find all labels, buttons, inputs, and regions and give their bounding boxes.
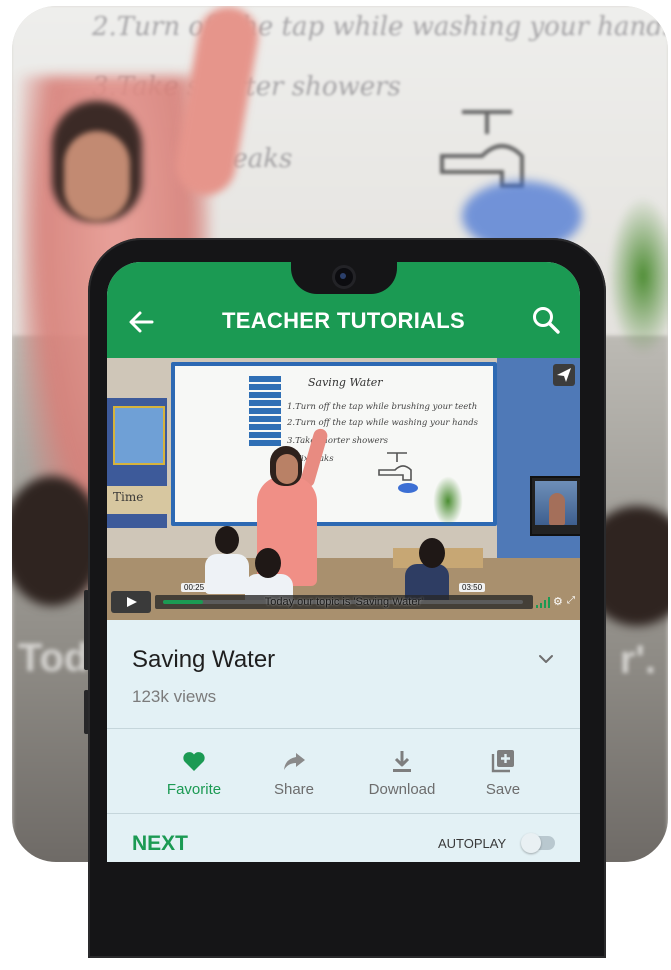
view-count: 123k views	[132, 687, 217, 706]
favorite-label: Favorite	[166, 781, 222, 798]
video-teacher-face	[276, 454, 298, 484]
settings-icon[interactable]: ⚙	[553, 595, 563, 608]
current-time: 00:25	[181, 583, 208, 592]
video-board-line: 2.Turn off the tap while washing your ha…	[287, 418, 478, 428]
share-arrow-icon	[284, 753, 305, 770]
background-caption-left: Tod	[18, 636, 89, 680]
video-tap-drawing	[378, 452, 418, 493]
share-button[interactable]: Share	[249, 748, 339, 798]
video-shelf-window	[113, 406, 165, 465]
background-board-line: 2.Turn off the tap while washing your ha…	[92, 12, 668, 42]
divider	[107, 728, 580, 729]
chevron-down-icon[interactable]	[537, 650, 555, 668]
front-camera	[335, 268, 353, 286]
app-title: TEACHER TUTORIALS	[221, 308, 466, 333]
video-sign-interpreter	[549, 493, 565, 525]
video-student-head	[255, 548, 281, 578]
background-teacher-face	[64, 131, 130, 221]
video-caption: Today our topic is 'Saving Water'	[264, 596, 424, 608]
video-board-line: 3.Take shorter showers	[287, 436, 388, 446]
duration: 03:50	[459, 583, 486, 592]
next-heading: NEXT	[132, 832, 189, 855]
video-title: Saving Water	[132, 646, 276, 673]
download-button[interactable]: Download	[357, 748, 447, 798]
video-wall-sign: Time	[107, 486, 177, 514]
download-icon	[393, 751, 411, 772]
video-board-title: Saving Water	[308, 376, 383, 389]
video-student-head	[215, 526, 239, 554]
playlist-add-icon	[491, 750, 514, 773]
fullscreen-icon[interactable]: ⤢	[567, 595, 575, 606]
download-label: Download	[368, 781, 436, 798]
save-button[interactable]: Save	[458, 748, 548, 798]
autoplay-toggle[interactable]	[521, 833, 555, 853]
video-student	[205, 554, 249, 594]
search-icon[interactable]	[530, 304, 562, 336]
share-label: Share	[273, 781, 315, 798]
video-board-chart	[249, 376, 281, 446]
video-monitor	[530, 476, 580, 536]
video-progress-bar[interactable]: Today our topic is 'Saving Water' 00:25 …	[155, 583, 533, 609]
play-icon	[127, 597, 137, 607]
background-caption-right: r'.	[619, 638, 656, 682]
save-label: Save	[485, 781, 521, 798]
video-student-head	[419, 538, 445, 568]
video-board-line: 1.Turn off the tap while brushing your t…	[287, 402, 478, 412]
phone-screen: TEACHER TUTORIALS Time Saving Water 1.Tu…	[107, 262, 580, 862]
video-plant	[433, 476, 463, 526]
heart-icon	[183, 752, 205, 771]
background-plant	[608, 196, 668, 356]
autoplay-label: AUTOPLAY	[438, 836, 507, 851]
toggle-knob	[521, 833, 541, 853]
favorite-button[interactable]: Favorite	[149, 748, 239, 798]
play-button[interactable]	[111, 591, 151, 613]
divider	[107, 813, 580, 814]
volume-icon[interactable]	[535, 597, 551, 609]
video-monitor-screen	[535, 481, 577, 525]
video-controls: Today our topic is 'Saving Water' 00:25 …	[107, 583, 580, 614]
video-player[interactable]: Time Saving Water 1.Turn off the tap whi…	[107, 358, 580, 620]
send-icon[interactable]	[553, 364, 575, 386]
